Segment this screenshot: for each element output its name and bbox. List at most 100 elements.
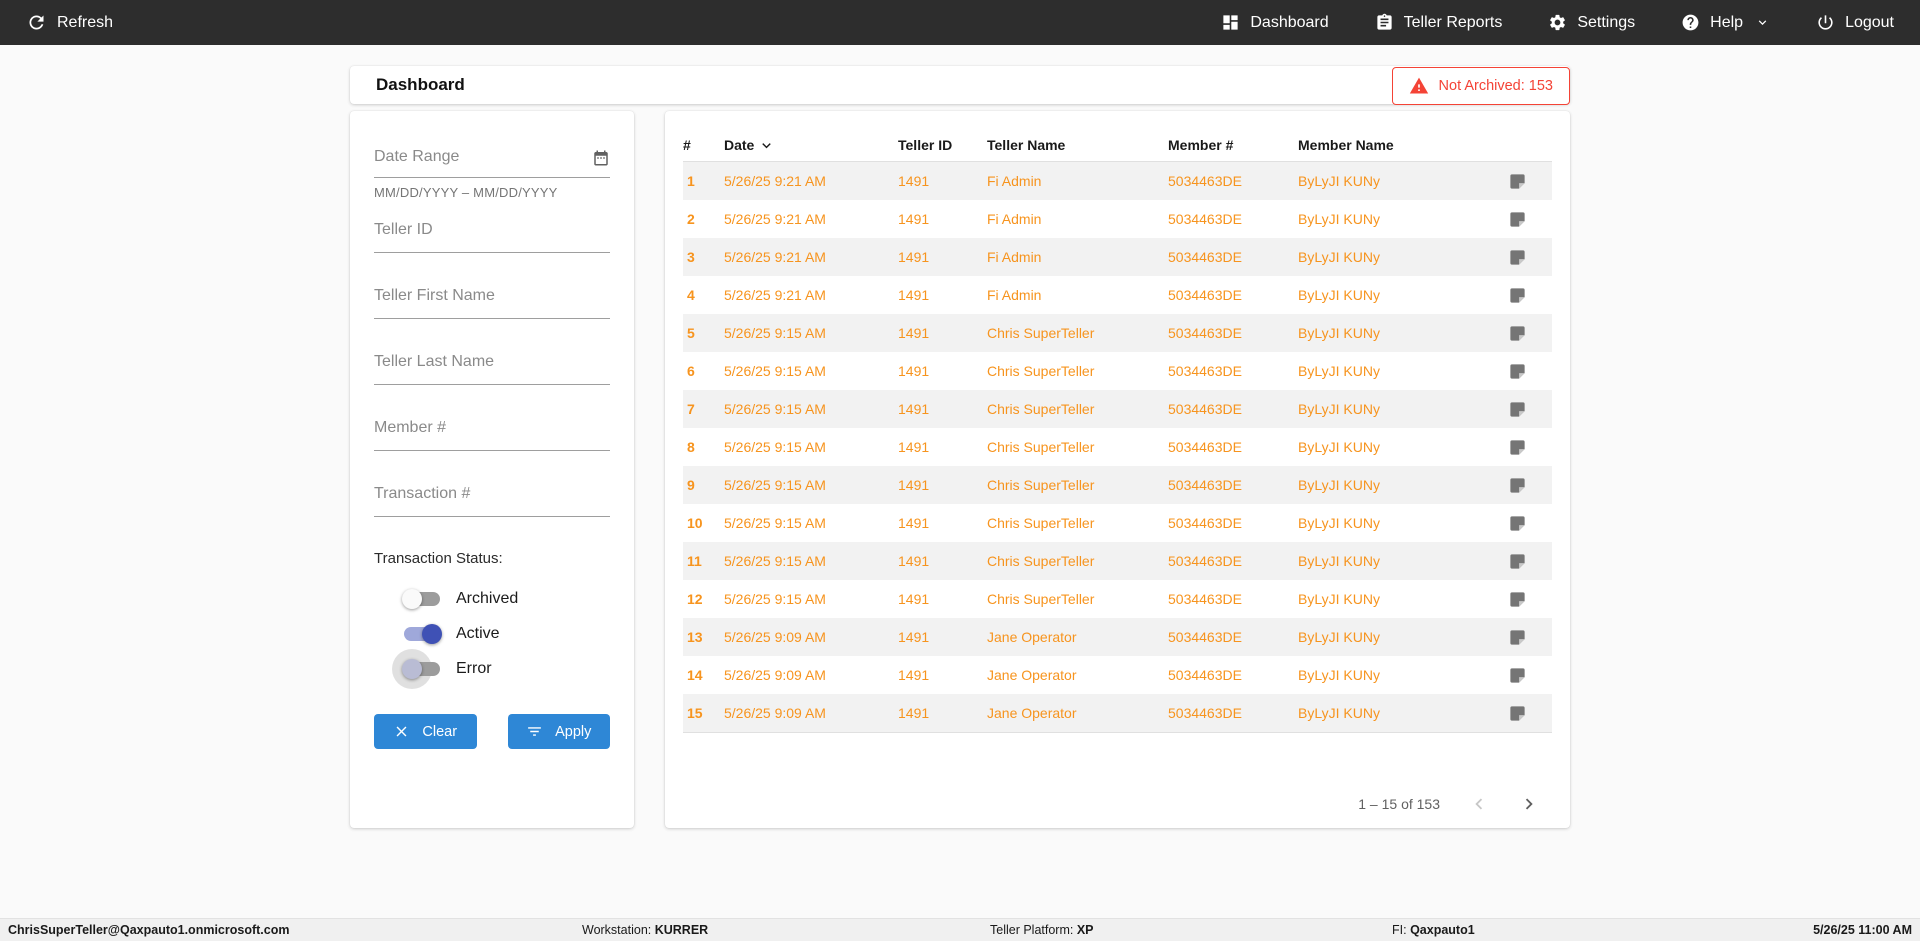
member-number-input[interactable]: Member # (374, 418, 610, 451)
row-number: 10 (687, 515, 703, 531)
error-toggle[interactable] (392, 648, 440, 689)
nav-item-label: Help (1710, 13, 1744, 31)
table-row[interactable]: 8 5/26/25 9:15 AM 1491 Chris SuperTeller… (683, 428, 1552, 466)
note-icon[interactable] (1486, 590, 1552, 609)
close-icon (393, 723, 410, 740)
active-toggle[interactable] (404, 623, 442, 644)
col-header-member-num[interactable]: Member # (1168, 137, 1298, 153)
cell-member-number: 5034463DE (1168, 629, 1242, 645)
col-header-date[interactable]: Date (724, 137, 898, 154)
refresh-button[interactable]: Refresh (26, 12, 113, 33)
nav-item-dashboard[interactable]: Dashboard (1221, 13, 1329, 32)
col-header-teller-id[interactable]: Teller ID (898, 137, 987, 153)
cell-member-name: ByLyJI KUNy (1298, 439, 1380, 455)
date-range-field[interactable]: Date Range MM/DD/YYYY – MM/DD/YYYY (374, 147, 610, 200)
next-page-button[interactable] (1518, 793, 1540, 815)
not-archived-badge[interactable]: Not Archived: 153 (1391, 67, 1570, 105)
status-datetime: 5/26/25 11:00 AM (1813, 923, 1912, 937)
note-icon[interactable] (1486, 210, 1552, 229)
row-number: 1 (687, 173, 695, 189)
archived-toggle-row[interactable]: Archived (402, 581, 610, 616)
cell-teller-id: 1491 (898, 249, 930, 265)
table-row[interactable]: 4 5/26/25 9:21 AM 1491 Fi Admin 5034463D… (683, 276, 1552, 314)
cell-teller-id: 1491 (898, 591, 930, 607)
nav-item-settings[interactable]: Settings (1548, 13, 1635, 32)
note-icon[interactable] (1486, 514, 1552, 533)
col-header-date-label: Date (724, 137, 755, 153)
cell-member-number: 5034463DE (1168, 401, 1242, 417)
table-row[interactable]: 3 5/26/25 9:21 AM 1491 Fi Admin 5034463D… (683, 238, 1552, 276)
cell-member-name: ByLyJI KUNy (1298, 401, 1380, 417)
col-header-teller-name[interactable]: Teller Name (987, 137, 1168, 153)
calendar-icon[interactable] (592, 149, 610, 167)
cell-date: 5/26/25 9:21 AM (724, 249, 826, 265)
note-icon[interactable] (1486, 666, 1552, 685)
cell-teller-name: Fi Admin (987, 173, 1042, 189)
filter-panel: Date Range MM/DD/YYYY – MM/DD/YYYY Telle… (350, 111, 634, 828)
cell-teller-name: Chris SuperTeller (987, 477, 1095, 493)
transaction-number-input[interactable]: Transaction # (374, 484, 610, 517)
note-icon[interactable] (1486, 628, 1552, 647)
note-icon[interactable] (1486, 438, 1552, 457)
table-row[interactable]: 1 5/26/25 9:21 AM 1491 Fi Admin 5034463D… (683, 162, 1552, 200)
note-icon[interactable] (1486, 172, 1552, 191)
row-number: 13 (687, 629, 703, 645)
cell-teller-id: 1491 (898, 325, 930, 341)
cell-teller-id: 1491 (898, 401, 930, 417)
error-toggle-label: Error (456, 659, 492, 677)
table-row[interactable]: 7 5/26/25 9:15 AM 1491 Chris SuperTeller… (683, 390, 1552, 428)
col-header-num[interactable]: # (683, 137, 724, 153)
note-icon[interactable] (1486, 286, 1552, 305)
teller-last-name-input[interactable]: Teller Last Name (374, 352, 610, 385)
row-number: 8 (687, 439, 695, 455)
cell-teller-id: 1491 (898, 287, 930, 303)
cell-member-name: ByLyJI KUNy (1298, 363, 1380, 379)
col-header-member-name[interactable]: Member Name (1298, 137, 1486, 153)
cell-teller-name: Fi Admin (987, 211, 1042, 227)
clear-button[interactable]: Clear (374, 714, 477, 749)
row-number: 14 (687, 667, 703, 683)
cell-teller-name: Fi Admin (987, 249, 1042, 265)
archived-toggle[interactable] (402, 588, 440, 609)
active-toggle-row[interactable]: Active (404, 616, 610, 651)
cell-teller-id: 1491 (898, 211, 930, 227)
apply-button[interactable]: Apply (507, 714, 610, 749)
teller-first-name-input[interactable]: Teller First Name (374, 286, 610, 319)
note-icon[interactable] (1486, 476, 1552, 495)
nav-item-teller-reports[interactable]: Teller Reports (1375, 13, 1502, 32)
table-row[interactable]: 11 5/26/25 9:15 AM 1491 Chris SuperTelle… (683, 542, 1552, 580)
cell-member-name: ByLyJI KUNy (1298, 705, 1380, 721)
table-row[interactable]: 10 5/26/25 9:15 AM 1491 Chris SuperTelle… (683, 504, 1552, 542)
note-icon[interactable] (1486, 400, 1552, 419)
nav-item-help[interactable]: Help (1681, 13, 1770, 32)
table-row[interactable]: 9 5/26/25 9:15 AM 1491 Chris SuperTeller… (683, 466, 1552, 504)
row-number: 9 (687, 477, 695, 493)
cell-teller-id: 1491 (898, 705, 930, 721)
table-row[interactable]: 6 5/26/25 9:15 AM 1491 Chris SuperTeller… (683, 352, 1552, 390)
pagination: 1 – 15 of 153 (1358, 793, 1540, 815)
cell-member-name: ByLyJI KUNy (1298, 249, 1380, 265)
warning-icon (1409, 76, 1429, 96)
error-toggle-row[interactable]: Error (392, 648, 610, 689)
table-header-row: # Date Teller ID Teller Name Member # Me… (683, 129, 1552, 162)
previous-page-button[interactable] (1468, 793, 1490, 815)
nav-item-logout[interactable]: Logout (1816, 13, 1894, 32)
note-icon[interactable] (1486, 704, 1552, 723)
note-icon[interactable] (1486, 248, 1552, 267)
table-row[interactable]: 12 5/26/25 9:15 AM 1491 Chris SuperTelle… (683, 580, 1552, 618)
table-row[interactable]: 2 5/26/25 9:21 AM 1491 Fi Admin 5034463D… (683, 200, 1552, 238)
note-icon[interactable] (1486, 362, 1552, 381)
table-row[interactable]: 15 5/26/25 9:09 AM 1491 Jane Operator 50… (683, 694, 1552, 732)
teller-id-input[interactable]: Teller ID (374, 220, 610, 253)
cell-member-name: ByLyJI KUNy (1298, 477, 1380, 493)
table-row[interactable]: 5 5/26/25 9:15 AM 1491 Chris SuperTeller… (683, 314, 1552, 352)
table-row[interactable]: 13 5/26/25 9:09 AM 1491 Jane Operator 50… (683, 618, 1552, 656)
cell-date: 5/26/25 9:15 AM (724, 363, 826, 379)
note-icon[interactable] (1486, 324, 1552, 343)
date-range-label: Date Range (374, 148, 460, 165)
table-row[interactable]: 14 5/26/25 9:09 AM 1491 Jane Operator 50… (683, 656, 1552, 694)
note-icon[interactable] (1486, 552, 1552, 571)
nav-item-label: Logout (1845, 13, 1894, 31)
gear-icon (1548, 13, 1567, 32)
apply-button-label: Apply (555, 723, 592, 740)
